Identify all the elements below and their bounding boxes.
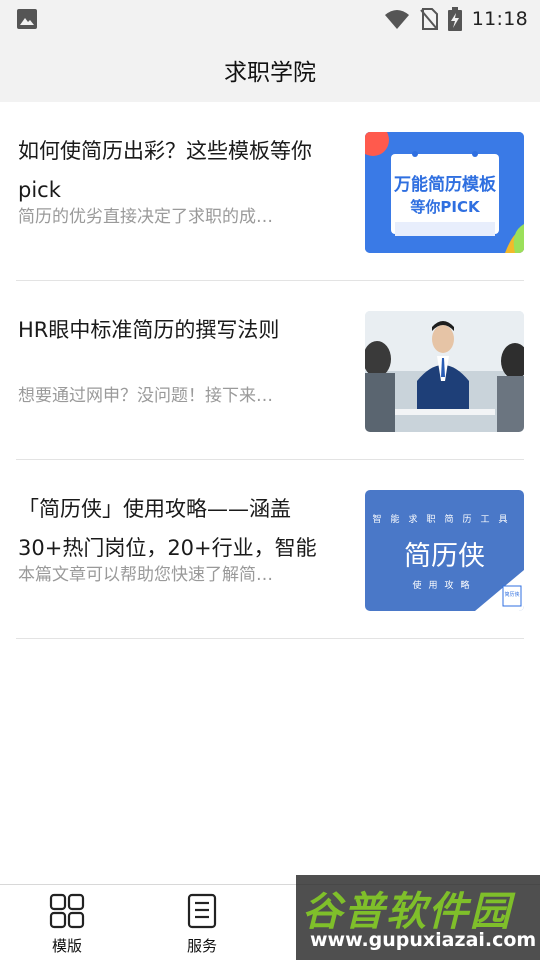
status-time: 11:18 bbox=[471, 8, 528, 30]
thumb-top-text: 智能求职简历工具 bbox=[372, 515, 517, 525]
grid-icon bbox=[49, 893, 85, 929]
battery-charging-icon bbox=[447, 7, 462, 31]
watermark-url: www.gupuxiazai.com bbox=[310, 929, 537, 951]
interview-photo-image bbox=[365, 311, 524, 432]
list-item[interactable]: 如何使简历出彩？这些模板等你pick 简历的优劣直接决定了求职的成… 万能简历模… bbox=[16, 102, 524, 281]
document-icon bbox=[187, 893, 217, 929]
thumb-badge: 简历侠 bbox=[504, 592, 520, 598]
article-title: 如何使简历出彩？这些模板等你pick bbox=[18, 139, 312, 202]
watermark-logo: 谷普软件园 www.gupuxiazai.com bbox=[296, 875, 540, 960]
article-thumbnail bbox=[365, 311, 524, 432]
nav-item-templates[interactable]: 模版 bbox=[27, 893, 107, 957]
article-title: HR眼中标准简历的撰写法则 bbox=[18, 318, 280, 342]
no-sim-icon bbox=[419, 8, 438, 30]
list-item[interactable]: HR眼中标准简历的撰写法则 想要通过网申？没问题！接下来… bbox=[16, 281, 524, 460]
article-title: 「简历侠」使用攻略——涵盖30+热门岗位，20+行业，智能求… bbox=[18, 497, 317, 560]
article-summary: 本篇文章可以帮助您快速了解简… bbox=[18, 565, 273, 585]
status-bar: 11:18 bbox=[0, 0, 540, 38]
nav-label-templates: 模版 bbox=[51, 937, 82, 955]
article-summary: 简历的优劣直接决定了求职的成… bbox=[18, 207, 273, 227]
article-summary: 想要通过网申？没问题！接下来… bbox=[18, 386, 273, 406]
thumb-text-line1: 万能简历模板 bbox=[394, 175, 496, 195]
thumb-sub-text: 使用攻略 bbox=[412, 581, 477, 591]
wifi-icon bbox=[384, 10, 409, 29]
article-thumbnail: 智能求职简历工具 简历侠 使用攻略 简历侠 bbox=[365, 490, 524, 611]
article-text: HR眼中标准简历的撰写法则 bbox=[18, 311, 348, 389]
nav-item-services[interactable]: 服务 bbox=[162, 893, 242, 957]
article-text: 「简历侠」使用攻略——涵盖30+热门岗位，20+行业，智能求… bbox=[18, 490, 348, 568]
header: 求职学院 bbox=[0, 38, 540, 102]
article-list: 如何使简历出彩？这些模板等你pick 简历的优劣直接决定了求职的成… 万能简历模… bbox=[0, 102, 540, 639]
list-item[interactable]: 「简历侠」使用攻略——涵盖30+热门岗位，20+行业，智能求… 本篇文章可以帮助… bbox=[16, 460, 524, 639]
article-text: 如何使简历出彩？这些模板等你pick bbox=[18, 132, 348, 210]
image-icon bbox=[17, 9, 37, 29]
article-thumbnail: 万能简历模板 等你PICK bbox=[365, 132, 524, 253]
nav-label-services: 服务 bbox=[186, 937, 217, 955]
thumb-main-text: 简历侠 bbox=[404, 541, 485, 572]
thumb-text-line2: 等你PICK bbox=[410, 198, 480, 216]
page-title: 求职学院 bbox=[224, 60, 316, 86]
